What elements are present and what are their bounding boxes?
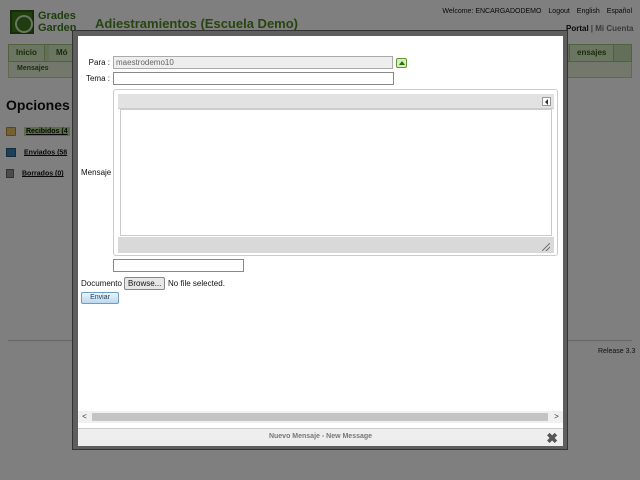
send-button[interactable]: Enviar bbox=[81, 292, 119, 304]
scrollbar-thumb[interactable] bbox=[92, 413, 548, 421]
collapse-toolbar-icon[interactable] bbox=[542, 97, 551, 106]
tema-label: Tema : bbox=[85, 74, 110, 83]
file-status: No file selected. bbox=[168, 279, 225, 288]
extra-field[interactable] bbox=[113, 259, 244, 272]
scroll-right-icon[interactable]: > bbox=[552, 412, 561, 422]
modal-content: Para : Tema : Mensaje Documento Browse..… bbox=[78, 36, 563, 428]
tema-field[interactable] bbox=[113, 72, 394, 85]
message-editor bbox=[113, 89, 558, 256]
mensaje-label: Mensaje bbox=[81, 168, 112, 177]
documento-label: Documento bbox=[81, 279, 122, 288]
message-body-input[interactable] bbox=[120, 109, 552, 236]
para-field[interactable] bbox=[113, 56, 393, 69]
scroll-left-icon[interactable]: < bbox=[80, 412, 89, 422]
new-message-modal: Para : Tema : Mensaje Documento Browse..… bbox=[72, 30, 568, 450]
editor-toolbar bbox=[118, 94, 554, 109]
modal-title: Nuevo Mensaje - New Message bbox=[268, 433, 373, 440]
horizontal-scrollbar[interactable]: < > bbox=[78, 411, 563, 423]
resize-handle-icon[interactable] bbox=[542, 243, 550, 251]
para-label: Para : bbox=[88, 58, 110, 67]
recipient-toggle-button[interactable] bbox=[396, 58, 407, 68]
close-icon[interactable]: ✖ bbox=[546, 431, 558, 445]
editor-statusbar bbox=[118, 237, 554, 253]
browse-button[interactable]: Browse... bbox=[124, 277, 166, 290]
modal-footer: Nuevo Mensaje - New Message ✖ bbox=[78, 428, 563, 446]
